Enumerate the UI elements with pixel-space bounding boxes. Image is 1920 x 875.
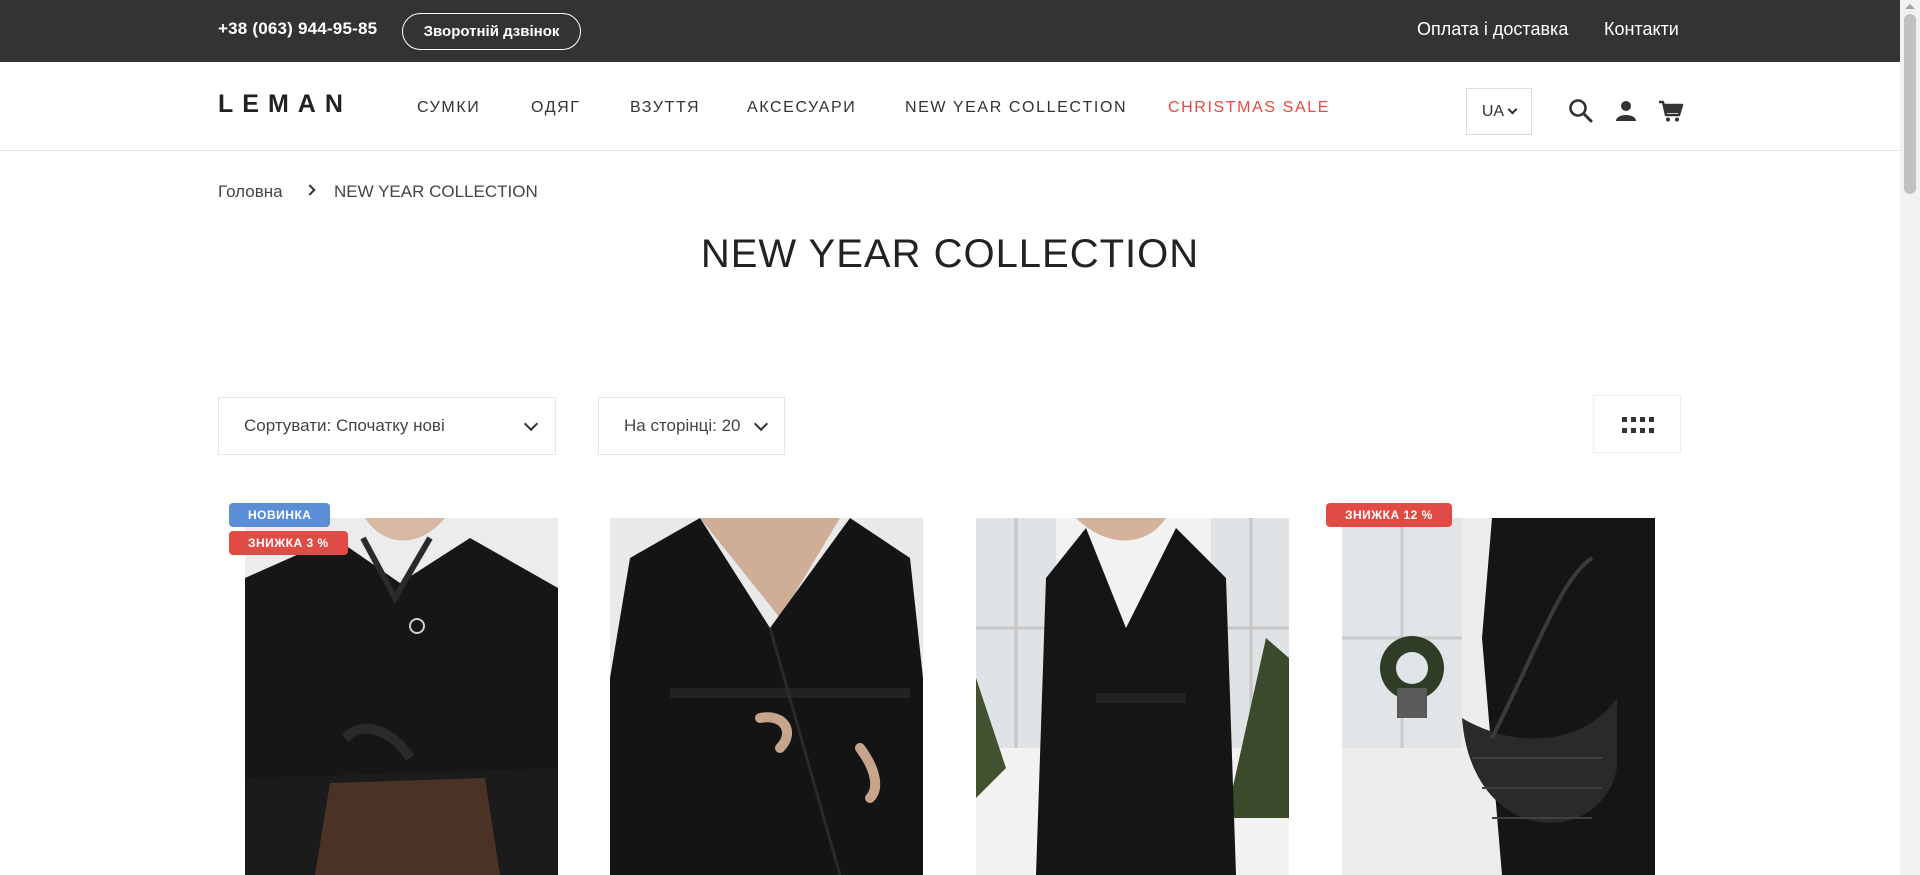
nav-item-accessories[interactable]: АКСЕСУАРИ: [747, 99, 856, 117]
callback-button[interactable]: Зворотній дзвінок: [402, 13, 581, 50]
chevron-down-icon: [1507, 104, 1518, 115]
language-value: UA: [1481, 103, 1505, 120]
phone-link[interactable]: +38 (063) 944-95-85: [218, 19, 377, 39]
cart-icon[interactable]: [1658, 98, 1684, 124]
contacts-link[interactable]: Контакти: [1604, 19, 1679, 40]
nav-item-shoes[interactable]: ВЗУТТЯ: [630, 99, 700, 117]
nav-item-new-year-collection[interactable]: NEW YEAR COLLECTION: [905, 99, 1127, 117]
product-card[interactable]: [976, 518, 1289, 875]
language-select[interactable]: UA: [1466, 88, 1532, 135]
nav-item-clothing[interactable]: ОДЯГ: [531, 99, 581, 117]
page-scrollbar[interactable]: [1900, 0, 1920, 875]
grid-view-button[interactable]: [1593, 395, 1681, 453]
badge-discount: ЗНИЖКА 12 %: [1326, 503, 1452, 527]
badge-new: НОВИНКА: [229, 503, 331, 527]
product-image[interactable]: [610, 518, 923, 875]
chevron-right-icon: [304, 184, 316, 196]
product-image[interactable]: [1342, 518, 1655, 875]
logo[interactable]: LEMAN: [218, 90, 352, 119]
scroll-up-arrow-icon[interactable]: [1905, 4, 1915, 9]
chevron-down-icon: [523, 416, 539, 432]
nav-item-christmas-sale[interactable]: CHRISTMAS SALE: [1168, 99, 1330, 117]
breadcrumb-home[interactable]: Головна: [218, 182, 283, 202]
nav-item-bags[interactable]: СУМКИ: [417, 99, 480, 117]
scrollbar-thumb[interactable]: [1904, 14, 1916, 194]
user-icon[interactable]: [1613, 98, 1639, 124]
top-bar: +38 (063) 944-95-85 Зворотній дзвінок Оп…: [0, 0, 1900, 62]
page-title: NEW YEAR COLLECTION: [700, 232, 1200, 276]
main-header: LEMAN СУМКИ ОДЯГ ВЗУТТЯ АКСЕСУАРИ NEW YE…: [0, 62, 1900, 151]
chevron-down-icon: [753, 416, 769, 432]
product-image[interactable]: [245, 518, 558, 875]
search-icon[interactable]: [1568, 98, 1594, 124]
grid-icon: [1622, 417, 1654, 433]
per-page-label: На сторінці: 20: [624, 416, 741, 435]
per-page-select[interactable]: На сторінці: 20: [598, 397, 785, 455]
sort-select[interactable]: Сортувати: Спочатку нові: [218, 397, 556, 455]
breadcrumb-current: NEW YEAR COLLECTION: [334, 182, 538, 201]
sort-label: Сортувати: Спочатку нові: [244, 416, 445, 435]
payment-delivery-link[interactable]: Оплата і доставка: [1417, 19, 1568, 40]
product-card[interactable]: [610, 518, 923, 875]
badge-discount: ЗНИЖКА 3 %: [229, 531, 348, 555]
product-image[interactable]: [976, 518, 1289, 875]
